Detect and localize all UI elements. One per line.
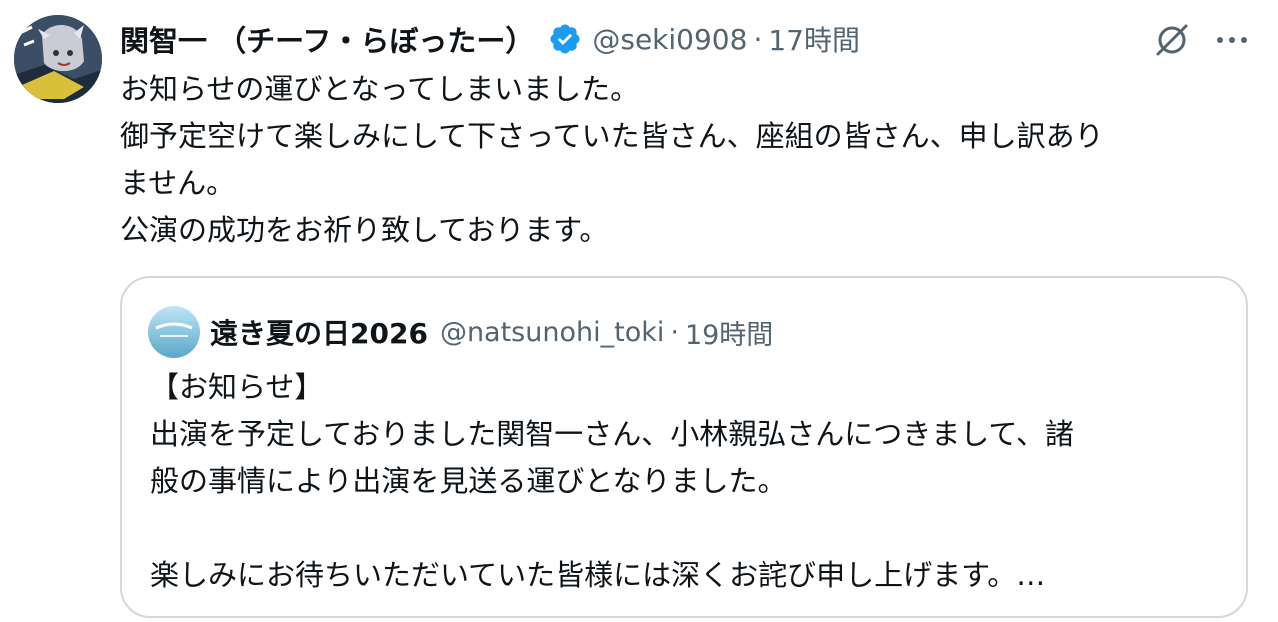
verified-badge-icon xyxy=(548,22,582,56)
more-options-icon xyxy=(1217,37,1247,43)
tweet-text-line: お知らせの運びとなってしまいました。 xyxy=(120,72,640,106)
quote-text-line xyxy=(150,505,1230,552)
quote-text-line: 般の事情により出演を見送る運びとなりました。 xyxy=(150,464,787,498)
tweet-header: 関智一 （チーフ・らぼったー） @seki0908 · 17時間 xyxy=(120,17,860,61)
more-options-button[interactable] xyxy=(1210,20,1254,60)
quote-avatar-icon xyxy=(148,306,200,358)
grok-icon xyxy=(1156,24,1188,56)
quote-text-line: 【お知らせ】 xyxy=(150,370,324,404)
tweet-timestamp[interactable]: 17時間 xyxy=(768,19,860,59)
tweet-text-line: 御予定空けて楽しみにして下さっていた皆さん、座組の皆さん、申し訳あり xyxy=(120,119,1104,153)
grok-button[interactable] xyxy=(1150,20,1194,60)
quoted-tweet-card[interactable]: 遠き夏の日2026 @natsunohi_toki · 19時間 【お知らせ】 … xyxy=(120,276,1248,618)
quote-author-display-name: 遠き夏の日2026 xyxy=(210,317,428,350)
tweet-text-line: 公演の成功をお祈り致しております。 xyxy=(120,213,609,247)
header-separator: · xyxy=(753,22,763,56)
quote-timestamp: 19時間 xyxy=(684,319,774,351)
author-handle[interactable]: @seki0908 xyxy=(592,23,747,56)
quote-header: 遠き夏の日2026 @natsunohi_toki · 19時間 xyxy=(210,310,773,354)
quote-header-separator: · xyxy=(670,316,679,348)
quote-author-handle: @natsunohi_toki xyxy=(439,316,665,348)
quote-text-line: 楽しみにお待ちいただいていた皆様には深くお詫び申し上げます。… xyxy=(150,558,1046,592)
quote-body: 【お知らせ】 出演を予定しておりました関智一さん、小林親弘さんにつきまして、諸 … xyxy=(150,364,1230,599)
tweet-article[interactable]: 関智一 （チーフ・らぼったー） @seki0908 · 17時間 お知らせの運び… xyxy=(0,0,1278,622)
author-avatar[interactable] xyxy=(14,15,102,103)
author-display-name[interactable]: 関智一 （チーフ・らぼったー） xyxy=(120,18,534,60)
quote-author-avatar xyxy=(148,306,200,358)
user-avatar-icon xyxy=(14,15,102,103)
tweet-body: お知らせの運びとなってしまいました。 御予定空けて楽しみにして下さっていた皆さん… xyxy=(120,66,1250,254)
tweet-text-line: ません。 xyxy=(120,166,236,200)
quote-text-line: 出演を予定しておりました関智一さん、小林親弘さんにつきまして、諸 xyxy=(150,417,1074,451)
